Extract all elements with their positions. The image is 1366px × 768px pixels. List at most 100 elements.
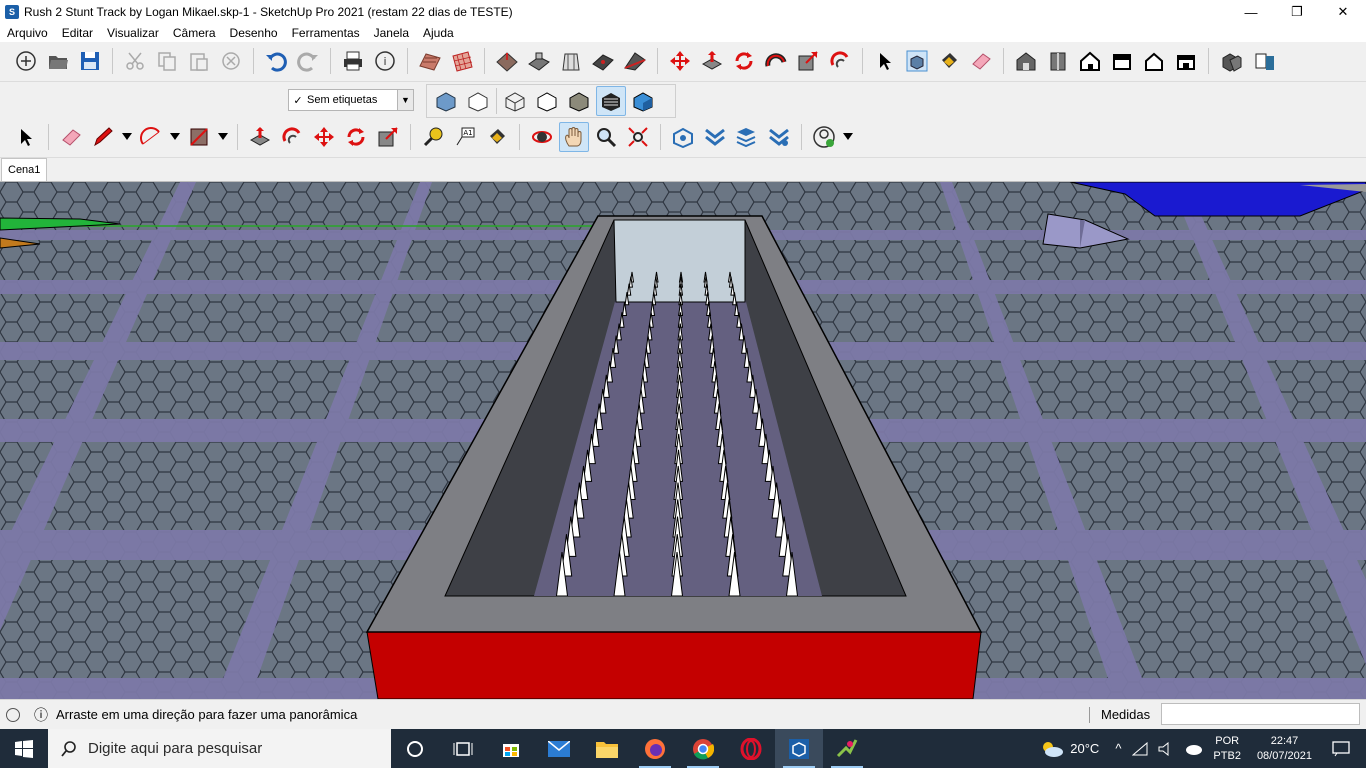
- info-icon[interactable]: ⓘ: [34, 705, 48, 725]
- maximize-button[interactable]: ❐: [1274, 0, 1320, 24]
- eraser-tool-icon[interactable]: [56, 122, 86, 152]
- xray-icon[interactable]: [431, 86, 461, 116]
- text-label-icon[interactable]: A1: [450, 122, 480, 152]
- extension-warehouse-icon[interactable]: [1043, 46, 1073, 76]
- menu-camera[interactable]: Câmera: [166, 26, 223, 40]
- make-component-icon[interactable]: [902, 46, 932, 76]
- chevron-down-icon[interactable]: ▼: [397, 90, 413, 110]
- firefox-icon[interactable]: [631, 729, 679, 768]
- menu-ajuda[interactable]: Ajuda: [416, 26, 461, 40]
- opera-icon[interactable]: [727, 729, 775, 768]
- paint-bucket-tool-icon[interactable]: [482, 122, 512, 152]
- line-dropdown-chevron-icon[interactable]: [120, 122, 134, 152]
- menu-desenho[interactable]: Desenho: [223, 26, 285, 40]
- wireframe-icon[interactable]: [500, 86, 530, 116]
- warehouse-3d-icon[interactable]: [668, 122, 698, 152]
- account-dropdown-chevron-icon[interactable]: [841, 122, 855, 152]
- paste-icon[interactable]: [184, 46, 214, 76]
- paint-bucket-icon[interactable]: [934, 46, 964, 76]
- geo-location-icon[interactable]: [6, 707, 20, 722]
- extension-manager-icon[interactable]: [764, 122, 794, 152]
- chevron-up-icon[interactable]: ^: [1115, 741, 1121, 756]
- menu-ferramentas[interactable]: Ferramentas: [285, 26, 367, 40]
- iso-view-icon[interactable]: [1075, 46, 1105, 76]
- scale-tool-icon[interactable]: [373, 122, 403, 152]
- layers-upload-icon[interactable]: [732, 122, 762, 152]
- measurements-input[interactable]: [1161, 703, 1360, 725]
- model-viewport[interactable]: [0, 182, 1366, 699]
- scale-icon[interactable]: [793, 46, 823, 76]
- print-icon[interactable]: [338, 46, 368, 76]
- cut-icon[interactable]: [120, 46, 150, 76]
- monochrome-icon[interactable]: [628, 86, 658, 116]
- save-icon[interactable]: [75, 46, 105, 76]
- menu-arquivo[interactable]: Arquivo: [0, 26, 55, 40]
- drape-icon[interactable]: [556, 46, 586, 76]
- push-pull-icon[interactable]: [697, 46, 727, 76]
- pan-hand-icon[interactable]: [559, 122, 589, 152]
- add-detail-icon[interactable]: [588, 46, 618, 76]
- erase-icon[interactable]: [216, 46, 246, 76]
- sandbox-from-scratch-icon[interactable]: [447, 46, 477, 76]
- menu-janela[interactable]: Janela: [367, 26, 416, 40]
- shaded-textures-icon[interactable]: [596, 86, 626, 116]
- zoom-extents-icon[interactable]: [623, 122, 653, 152]
- open-folder-icon[interactable]: [43, 46, 73, 76]
- redo-icon[interactable]: [293, 46, 323, 76]
- line-pencil-icon[interactable]: [88, 122, 118, 152]
- share-model-icon[interactable]: [700, 122, 730, 152]
- language-indicator[interactable]: POR PTB2: [1213, 734, 1241, 764]
- new-icon[interactable]: [11, 46, 41, 76]
- mail-icon[interactable]: [535, 729, 583, 768]
- menu-editar[interactable]: Editar: [55, 26, 100, 40]
- account-icon[interactable]: [809, 122, 839, 152]
- orbit-icon[interactable]: [527, 122, 557, 152]
- menu-visualizar[interactable]: Visualizar: [100, 26, 166, 40]
- shape-dropdown-chevron-icon[interactable]: [216, 122, 230, 152]
- undo-icon[interactable]: [261, 46, 291, 76]
- arc-icon[interactable]: [136, 122, 166, 152]
- flip-edge-icon[interactable]: [620, 46, 650, 76]
- rectangle-icon[interactable]: [184, 122, 214, 152]
- store-icon[interactable]: [487, 729, 535, 768]
- sketchup-taskbar-icon[interactable]: [775, 729, 823, 768]
- push-pull-tool-icon[interactable]: [245, 122, 275, 152]
- minimize-button[interactable]: —: [1228, 0, 1274, 24]
- start-button[interactable]: [0, 729, 48, 768]
- offset-tool-icon[interactable]: [277, 122, 307, 152]
- extension-icon[interactable]: [1248, 46, 1278, 76]
- weather-temperature[interactable]: 20°C: [1070, 741, 1099, 756]
- smoove-icon[interactable]: [492, 46, 522, 76]
- model-info-icon[interactable]: i: [370, 46, 400, 76]
- eraser-icon[interactable]: [966, 46, 996, 76]
- rotate-icon[interactable]: [729, 46, 759, 76]
- shaded-icon[interactable]: [564, 86, 594, 116]
- taskbar-search[interactable]: Digite aqui para pesquisar: [48, 729, 391, 768]
- scene-tab-cena1[interactable]: Cena1: [1, 158, 48, 181]
- clock[interactable]: 22:47 08/07/2021: [1257, 734, 1312, 764]
- move-tool-icon[interactable]: [309, 122, 339, 152]
- follow-me-icon[interactable]: [761, 46, 791, 76]
- front-view-icon[interactable]: [1139, 46, 1169, 76]
- copy-icon[interactable]: [152, 46, 182, 76]
- stamp-icon[interactable]: [524, 46, 554, 76]
- select-icon[interactable]: [11, 122, 41, 152]
- offset-icon[interactable]: [825, 46, 855, 76]
- close-button[interactable]: ✕: [1320, 0, 1366, 24]
- rotate-tool-icon[interactable]: [341, 122, 371, 152]
- sandbox-from-contours-icon[interactable]: [415, 46, 445, 76]
- chrome-icon[interactable]: [679, 729, 727, 768]
- move-icon[interactable]: [665, 46, 695, 76]
- app-icon-flower[interactable]: [823, 729, 871, 768]
- warehouse-icon[interactable]: [1011, 46, 1041, 76]
- top-view-icon[interactable]: [1107, 46, 1137, 76]
- file-explorer-icon[interactable]: [583, 729, 631, 768]
- task-view-icon[interactable]: [439, 729, 487, 768]
- select-arrow-icon[interactable]: [870, 46, 900, 76]
- arc-dropdown-chevron-icon[interactable]: [168, 122, 182, 152]
- components-icon[interactable]: [1216, 46, 1246, 76]
- zoom-icon[interactable]: [591, 122, 621, 152]
- hidden-line-icon[interactable]: [532, 86, 562, 116]
- back-edges-icon[interactable]: [463, 86, 493, 116]
- right-view-icon[interactable]: [1171, 46, 1201, 76]
